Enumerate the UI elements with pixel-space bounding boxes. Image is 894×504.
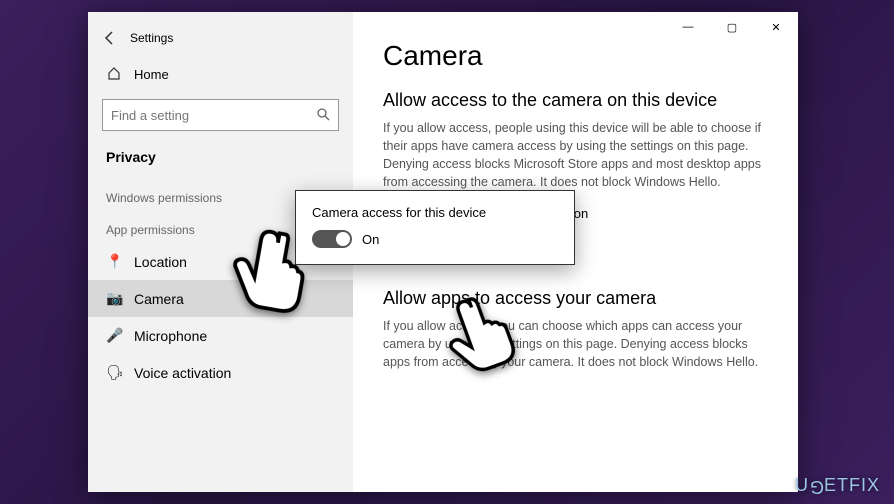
search-box[interactable] <box>102 99 339 131</box>
voice-icon: 🗣 <box>106 364 122 381</box>
window-controls: — ▢ ✕ <box>666 12 798 42</box>
sidebar-item-label: Location <box>134 254 187 270</box>
app-title: Settings <box>130 31 173 45</box>
microphone-icon: 🎤 <box>106 327 122 344</box>
section-allow-apps-body: If you allow access, you can choose whic… <box>383 317 768 371</box>
sidebar-item-microphone[interactable]: 🎤 Microphone <box>88 317 353 354</box>
back-button[interactable] <box>96 24 124 52</box>
titlebar: Settings <box>88 20 353 58</box>
section-allow-device-access-body: If you allow access, people using this d… <box>383 119 768 192</box>
sidebar-item-label: Camera <box>134 291 184 307</box>
close-button[interactable]: ✕ <box>754 12 798 42</box>
camera-icon: 📷 <box>106 290 122 307</box>
section-allow-device-access-title: Allow access to the camera on this devic… <box>383 90 768 111</box>
home-label: Home <box>134 67 169 82</box>
watermark: UGETFIX <box>795 475 880 496</box>
minimize-button[interactable]: — <box>666 12 710 42</box>
maximize-button[interactable]: ▢ <box>710 12 754 42</box>
toggle-state-label: On <box>362 232 379 247</box>
page-title: Camera <box>383 40 768 72</box>
sidebar-item-label: Microphone <box>134 328 207 344</box>
home-icon <box>106 66 122 83</box>
home-nav[interactable]: Home <box>88 58 353 91</box>
sidebar-item-camera[interactable]: 📷 Camera <box>88 280 353 317</box>
sidebar-item-voice-activation[interactable]: 🗣 Voice activation <box>88 354 353 391</box>
toggle-row: On <box>312 230 558 248</box>
sidebar-item-label: Voice activation <box>134 365 231 381</box>
camera-access-toggle[interactable] <box>312 230 352 248</box>
location-icon: 📍 <box>106 253 122 270</box>
section-allow-apps-title: Allow apps to access your camera <box>383 288 768 309</box>
search-icon <box>316 107 330 124</box>
popup-title: Camera access for this device <box>312 205 558 220</box>
toggle-knob <box>336 232 350 246</box>
search-input[interactable] <box>111 108 316 123</box>
camera-access-popup: Camera access for this device On <box>295 190 575 265</box>
section-privacy: Privacy <box>88 143 353 179</box>
section-allow-apps: Allow apps to access your camera If you … <box>383 288 768 371</box>
